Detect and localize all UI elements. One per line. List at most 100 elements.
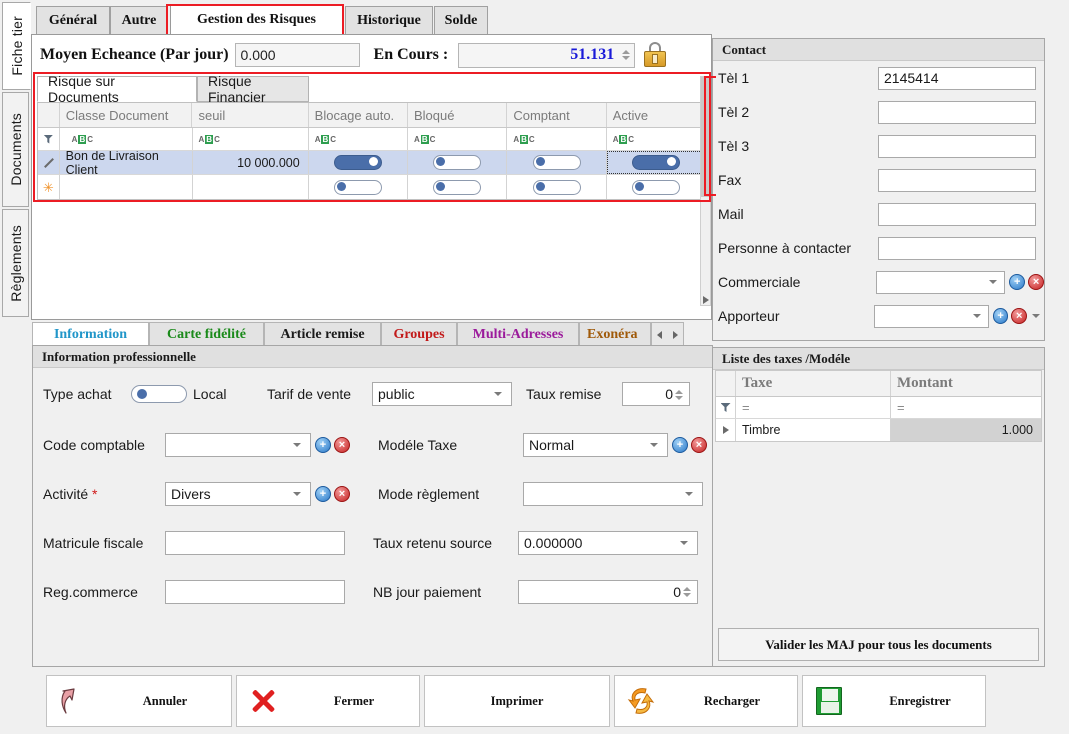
tab-solde[interactable]: Solde — [434, 6, 488, 34]
cell-classe-document[interactable]: Bon de Livraison Client — [60, 151, 193, 174]
toggle-active-new[interactable] — [607, 175, 706, 199]
grid-header-comptant[interactable]: Comptant — [507, 103, 607, 127]
validate-maj-button[interactable]: Valider les MAJ pour tous les documents — [718, 628, 1039, 661]
moyen-echeance-input[interactable]: 0.000 — [234, 43, 360, 67]
add-icon-commerciale[interactable]: + — [1009, 274, 1026, 290]
tab-groupes[interactable]: Groupes — [381, 322, 457, 346]
tab-multi-adresses[interactable]: Multi-Adresses — [457, 322, 579, 346]
input-fax[interactable] — [878, 168, 1036, 192]
print-button[interactable]: Imprimer — [424, 675, 610, 727]
toggle-bloque-new[interactable] — [408, 175, 508, 199]
chevron-down-icon-apporteur-extra[interactable] — [1032, 314, 1040, 318]
grid-header-classe-document[interactable]: Classe Document — [60, 103, 193, 127]
input-matricule-fiscale[interactable] — [165, 530, 345, 555]
input-tel2[interactable] — [878, 100, 1036, 124]
combo-taux-retenu-source[interactable]: 0.000000 — [518, 530, 698, 555]
filter-comptant[interactable]: ABC — [507, 128, 607, 150]
combo-mode-reglement[interactable] — [523, 481, 703, 506]
tab-information[interactable]: Information — [32, 322, 149, 346]
tab-general[interactable]: Général — [36, 6, 110, 34]
lock-icon[interactable] — [643, 42, 667, 68]
grid-header-bloque[interactable]: Bloqué — [408, 103, 508, 127]
input-tel3[interactable] — [878, 134, 1036, 158]
cell-classe-document-new[interactable] — [60, 175, 193, 199]
subtab-risque-financier[interactable]: Risque Financier — [197, 73, 309, 105]
combo-tarif-de-vente[interactable]: public — [372, 382, 512, 406]
en-cours-spinner[interactable] — [620, 45, 632, 66]
filter-blocage-auto[interactable]: ABC — [309, 128, 409, 150]
reload-button[interactable]: Recharger — [614, 675, 798, 727]
add-icon-apporteur[interactable]: + — [992, 308, 1009, 324]
toggle-type-achat[interactable] — [131, 385, 187, 403]
save-button[interactable]: Enregistrer — [802, 675, 986, 727]
combo-code-comptable[interactable] — [165, 432, 311, 457]
filter-bloque[interactable]: ABC — [408, 128, 508, 150]
spinner-taux-remise-arrows[interactable] — [673, 384, 685, 405]
chevron-down-icon[interactable] — [972, 314, 981, 318]
sidebar-tab-reglements[interactable]: Règlements — [2, 209, 29, 317]
delete-icon-code-comptable[interactable]: × — [334, 436, 350, 453]
toggle-blocage-auto-new[interactable] — [309, 175, 409, 199]
sidebar-tab-documents[interactable]: Documents — [2, 92, 29, 207]
cell-seuil-new[interactable] — [193, 175, 309, 199]
toggle-active[interactable] — [606, 151, 706, 174]
input-tel1[interactable]: 2145414 — [878, 66, 1036, 90]
tab-article-remise[interactable]: Article remise — [264, 322, 381, 346]
chevron-down-icon[interactable] — [680, 540, 688, 545]
cell-taxe[interactable]: Timbre — [736, 419, 891, 441]
taxes-header-montant[interactable]: Montant — [891, 371, 1041, 396]
delete-icon-modele-taxe[interactable]: × — [691, 436, 707, 453]
filter-active[interactable]: ABC — [607, 128, 706, 150]
scrollbar-thumb[interactable] — [701, 77, 710, 197]
table-row[interactable]: Bon de Livraison Client 10 000.000 — [38, 151, 706, 175]
grid-header-active[interactable]: Active — [607, 103, 706, 127]
chevron-left-icon[interactable] — [657, 330, 663, 339]
combo-apporteur[interactable] — [873, 304, 989, 328]
add-icon-modele-taxe[interactable]: + — [672, 436, 688, 453]
chevron-down-icon[interactable] — [650, 442, 658, 447]
spinner-nb-jour-paiement-arrows[interactable] — [681, 582, 693, 603]
chevron-down-icon[interactable] — [293, 491, 301, 496]
spinner-taux-remise[interactable]: 0 — [622, 382, 690, 406]
input-reg-commerce[interactable] — [165, 579, 345, 604]
add-icon-code-comptable[interactable]: + — [315, 436, 331, 453]
combo-activite[interactable]: Divers — [165, 481, 311, 506]
taxes-header-taxe[interactable]: Taxe — [736, 371, 891, 396]
taxes-filter-taxe[interactable]: = — [736, 397, 891, 418]
spinner-nb-jour-paiement[interactable]: 0 — [518, 579, 698, 604]
toggle-comptant[interactable] — [507, 151, 607, 174]
tab-carte-fidelite[interactable]: Carte fidélité — [149, 322, 264, 346]
subtab-risque-sur-documents[interactable]: Risque sur Documents — [37, 73, 197, 105]
combo-commerciale[interactable] — [876, 270, 1006, 294]
panel-scrollbar[interactable] — [700, 76, 711, 306]
tab-exoneration[interactable]: Exonéra — [579, 322, 651, 346]
combo-modele-taxe[interactable]: Normal — [523, 432, 668, 457]
chevron-down-icon[interactable] — [494, 392, 502, 396]
grid-header-seuil[interactable]: seuil — [192, 103, 309, 127]
close-button[interactable]: Fermer — [236, 675, 420, 727]
table-row[interactable]: Timbre 1.000 — [716, 419, 1041, 441]
chevron-right-icon[interactable] — [672, 330, 678, 339]
tab-historique[interactable]: Historique — [345, 6, 433, 34]
cell-seuil[interactable]: 10 000.000 — [193, 151, 309, 174]
add-icon-activite[interactable]: + — [315, 485, 331, 502]
scrollbar-down-arrow-icon[interactable] — [701, 294, 710, 305]
sidebar-tab-fiche-tier[interactable]: Fiche tier — [2, 2, 31, 90]
en-cours-field[interactable]: 51.131 — [458, 42, 636, 68]
toggle-comptant-new[interactable] — [507, 175, 607, 199]
chevron-down-icon[interactable] — [293, 442, 301, 447]
tab-scroll-buttons[interactable] — [651, 322, 684, 346]
input-mail[interactable] — [878, 202, 1036, 226]
filter-seuil[interactable]: ABC — [193, 128, 309, 150]
filter-classe-document[interactable]: ABC — [60, 128, 193, 150]
chevron-down-icon[interactable] — [989, 280, 998, 284]
grid-header-blocage-auto[interactable]: Blocage auto. — [309, 103, 408, 127]
delete-icon-apporteur[interactable]: × — [1011, 308, 1027, 324]
delete-icon-activite[interactable]: × — [334, 485, 350, 502]
cancel-button[interactable]: Annuler — [46, 675, 232, 727]
delete-icon-commerciale[interactable]: × — [1028, 274, 1044, 290]
tab-gestion-des-risques[interactable]: Gestion des Risques — [170, 4, 343, 35]
toggle-bloque[interactable] — [408, 151, 508, 174]
toggle-blocage-auto[interactable] — [309, 151, 409, 174]
filter-funnel-icon[interactable] — [38, 128, 60, 150]
